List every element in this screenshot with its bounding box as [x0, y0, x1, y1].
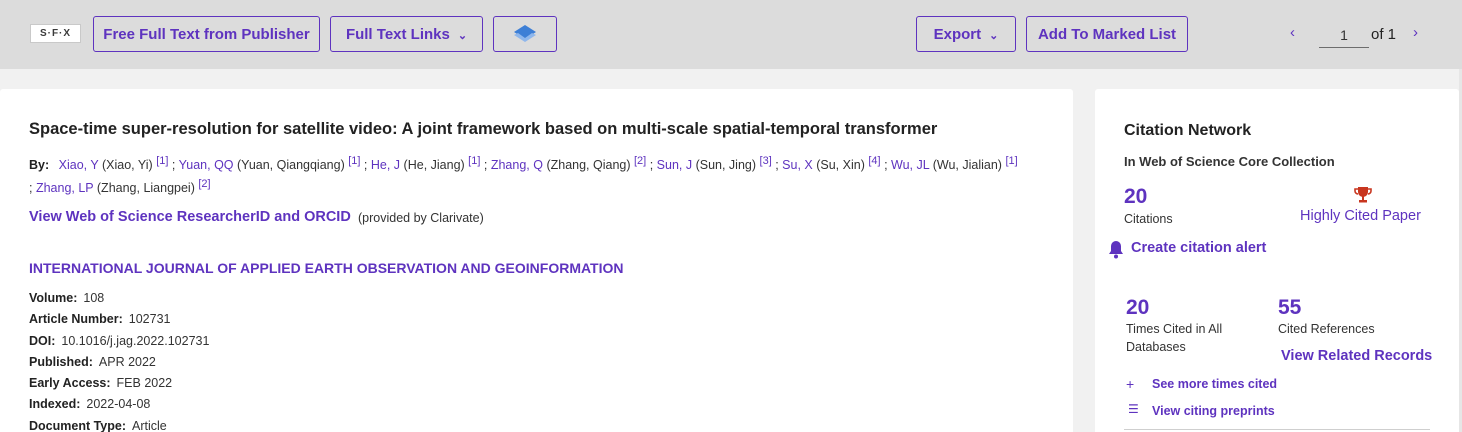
- view-related-records-link[interactable]: View Related Records: [1281, 348, 1432, 364]
- field-value: FEB 2022: [116, 376, 173, 391]
- list-icon: ☰: [1128, 402, 1139, 416]
- sfx-logo-text: S·F·X: [39, 28, 72, 39]
- times-cited-label: Times Cited in All Databases: [1126, 322, 1223, 354]
- author-list: By: Xiao, Y (Xiao, Yi) [1] ; Yuan, QQ (Y…: [29, 155, 1018, 196]
- field-volume: Volume: 108: [29, 288, 209, 309]
- core-collection-label: In Web of Science Core Collection: [1124, 154, 1335, 169]
- layers-button[interactable]: [493, 16, 557, 52]
- view-citing-preprints-link[interactable]: View citing preprints: [1152, 404, 1275, 418]
- field-label: Article Number:: [29, 312, 123, 327]
- cited-references-label: Cited References: [1278, 322, 1375, 336]
- chevron-down-icon: ⌄: [989, 29, 999, 42]
- affiliation-ref[interactable]: [2]: [198, 178, 210, 190]
- author-link[interactable]: Sun, J: [657, 158, 692, 172]
- affiliation-ref[interactable]: [3]: [760, 155, 772, 167]
- author-link[interactable]: Zhang, LP: [36, 181, 93, 195]
- citation-network-title: Citation Network: [1124, 122, 1252, 139]
- field-article-number: Article Number: 102731: [29, 309, 209, 330]
- affiliation-ref[interactable]: [1]: [1005, 155, 1017, 167]
- times-cited-count[interactable]: 20: [1126, 296, 1149, 320]
- author-fullname: (He, Jiang): [403, 158, 465, 173]
- field-value: Article: [132, 418, 167, 432]
- citations-count[interactable]: 20: [1124, 185, 1147, 209]
- author-fullname: (Wu, Jialian): [932, 158, 1002, 173]
- field-early-access: Early Access: FEB 2022: [29, 373, 209, 394]
- field-value: 108: [83, 291, 105, 305]
- affiliation-ref[interactable]: [1]: [468, 155, 480, 167]
- field-value: 10.1016/j.jag.2022.102731: [61, 333, 210, 348]
- export-label: Export: [933, 25, 982, 43]
- field-label: Volume:: [29, 291, 78, 305]
- record-fields: Volume: 108 Article Number: 102731 DOI: 10.…: [29, 288, 209, 432]
- bell-icon: [1109, 241, 1123, 259]
- see-more-times-cited-link[interactable]: See more times cited: [1152, 377, 1277, 391]
- field-label: Document Type:: [29, 418, 126, 432]
- author-item: He, J (He, Jiang) [1]: [371, 155, 481, 173]
- author-link[interactable]: He, J: [371, 158, 400, 172]
- author-fullname: (Sun, Jing): [695, 158, 757, 173]
- plus-icon: +: [1126, 376, 1135, 392]
- researcher-id-note: (provided by Clarivate): [358, 211, 484, 225]
- author-link[interactable]: Wu, JL: [891, 158, 929, 172]
- author-link[interactable]: Yuan, QQ: [179, 158, 234, 172]
- page-total: of 1: [1371, 26, 1397, 43]
- add-marked-list-label: Add To Marked List: [1037, 25, 1177, 43]
- field-indexed: Indexed: 2022-04-08: [29, 394, 209, 415]
- field-doi: DOI: 10.1016/j.jag.2022.102731: [29, 331, 209, 352]
- citation-network-card: Citation Network In Web of Science Core …: [1095, 89, 1459, 432]
- author-item: Zhang, LP (Zhang, Liangpei) [2]: [36, 178, 211, 196]
- field-value: APR 2022: [98, 354, 156, 369]
- record-title: Space-time super-resolution for satellit…: [29, 120, 938, 138]
- author-item: Xiao, Y (Xiao, Yi) [1]: [59, 155, 169, 173]
- highly-cited-paper-link[interactable]: Highly Cited Paper: [1300, 208, 1421, 224]
- field-label: Published:: [29, 354, 93, 369]
- researcher-id-link[interactable]: View Web of Science ResearcherID and ORC…: [29, 209, 351, 225]
- free-full-text-button[interactable]: Free Full Text from Publisher: [93, 16, 320, 52]
- affiliation-ref[interactable]: [2]: [634, 155, 646, 167]
- affiliation-ref[interactable]: [1]: [348, 155, 360, 167]
- export-button[interactable]: Export ⌄: [916, 16, 1016, 52]
- author-fullname: (Yuan, Qiangqiang): [237, 158, 345, 173]
- author-item: Sun, J (Sun, Jing) [3]: [657, 155, 772, 173]
- cited-references-count[interactable]: 55: [1278, 296, 1301, 320]
- author-link[interactable]: Zhang, Q: [491, 158, 543, 172]
- chevron-right-icon[interactable]: ›: [1413, 24, 1418, 41]
- author-fullname: (Zhang, Liangpei): [96, 181, 195, 196]
- author-fullname: (Zhang, Qiang): [546, 158, 631, 173]
- full-text-links-label: Full Text Links: [345, 25, 450, 43]
- field-value: 2022-04-08: [86, 397, 151, 412]
- field-value: 102731: [128, 312, 171, 327]
- author-fullname: (Xiao, Yi): [101, 158, 153, 173]
- record-card: Space-time super-resolution for satellit…: [0, 89, 1073, 432]
- author-item: Zhang, Q (Zhang, Qiang) [2]: [491, 155, 646, 173]
- full-text-links-button[interactable]: Full Text Links ⌄: [330, 16, 483, 52]
- free-full-text-label: Free Full Text from Publisher: [103, 25, 310, 43]
- author-link[interactable]: Su, X: [782, 158, 813, 172]
- add-marked-list-button[interactable]: Add To Marked List: [1026, 16, 1188, 52]
- journal-link[interactable]: INTERNATIONAL JOURNAL OF APPLIED EARTH O…: [29, 260, 624, 276]
- affiliation-ref[interactable]: [4]: [868, 155, 880, 167]
- chevron-left-icon[interactable]: ‹: [1290, 24, 1295, 41]
- author-item: Su, X (Su, Xin) [4]: [782, 155, 880, 173]
- field-label: Indexed:: [29, 397, 81, 412]
- field-label: DOI:: [29, 333, 56, 348]
- field-published: Published: APR 2022: [29, 352, 209, 373]
- layers-icon: [514, 25, 536, 42]
- author-item: Yuan, QQ (Yuan, Qiangqiang) [1]: [179, 155, 361, 173]
- author-fullname: (Su, Xin): [816, 158, 865, 173]
- by-label: By:: [29, 158, 50, 173]
- create-citation-alert-link[interactable]: Create citation alert: [1131, 240, 1266, 256]
- affiliation-ref[interactable]: [1]: [156, 155, 168, 167]
- author-item: Wu, JL (Wu, Jialian) [1]: [891, 155, 1018, 173]
- page-number-input[interactable]: [1319, 22, 1369, 48]
- sfx-logo-button[interactable]: S·F·X: [30, 24, 81, 43]
- trophy-icon: [1354, 187, 1372, 203]
- author-link[interactable]: Xiao, Y: [59, 158, 99, 172]
- section-divider: [1124, 429, 1430, 430]
- citations-label: Citations: [1124, 212, 1173, 226]
- field-document-type: Document Type: Article: [29, 416, 209, 432]
- toolbar: S·F·X Free Full Text from Publisher Full…: [0, 0, 1462, 69]
- field-label: Early Access:: [29, 376, 111, 391]
- chevron-down-icon: ⌄: [457, 29, 468, 42]
